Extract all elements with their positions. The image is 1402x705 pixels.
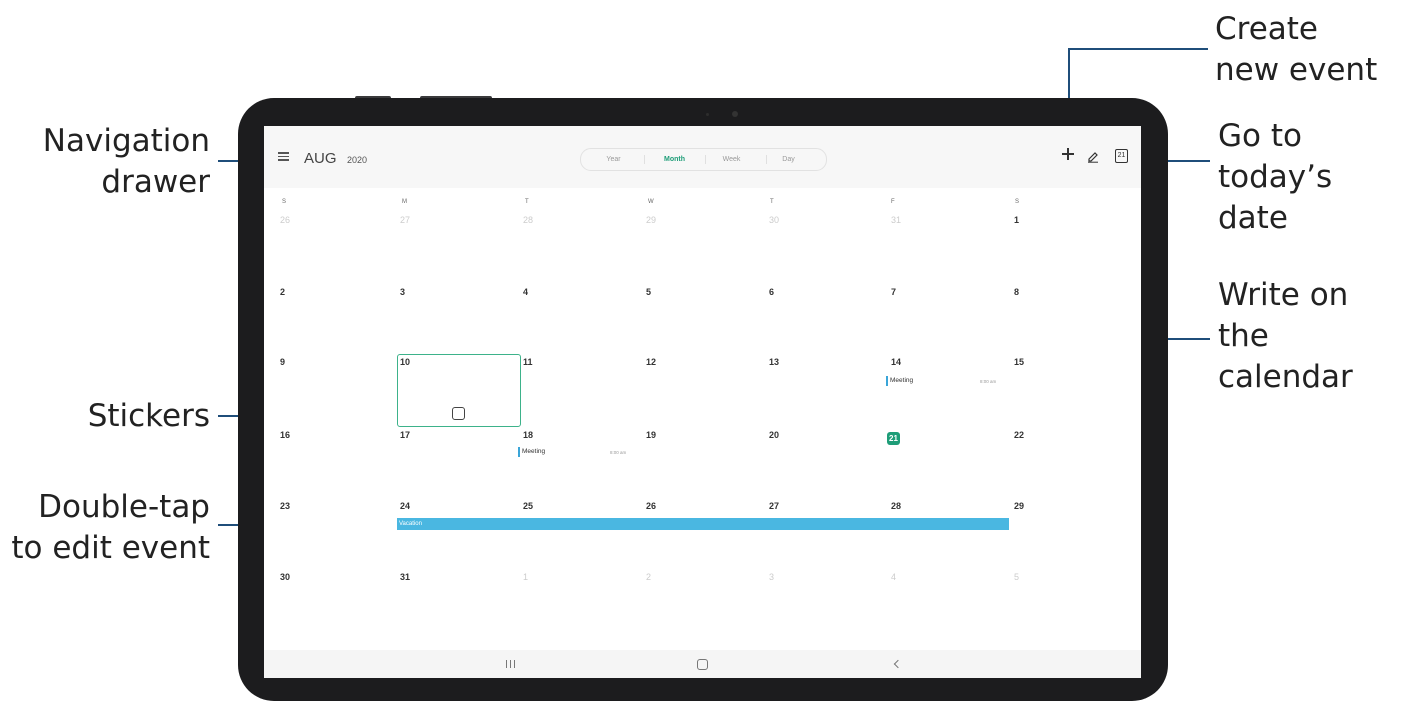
day-cell[interactable]: 27 bbox=[400, 215, 410, 225]
day-cell[interactable]: 25 bbox=[523, 501, 533, 511]
weekday-label: W bbox=[648, 199, 654, 205]
callout-text: the bbox=[1218, 318, 1269, 354]
year-title: 2020 bbox=[347, 155, 368, 165]
tab-week[interactable]: Week bbox=[704, 149, 759, 170]
day-cell[interactable]: 30 bbox=[280, 572, 290, 582]
weekday-label: S bbox=[1015, 199, 1020, 205]
system-nav-bar bbox=[264, 650, 1141, 678]
day-cell[interactable]: 4 bbox=[891, 572, 896, 582]
hamburger-menu-icon[interactable] bbox=[278, 152, 289, 161]
day-cell[interactable]: 29 bbox=[646, 215, 656, 225]
callout-text: drawer bbox=[101, 164, 210, 200]
today-calendar-icon[interactable]: 21 bbox=[1115, 149, 1128, 163]
day-cell[interactable]: 6 bbox=[769, 287, 774, 297]
callout-text: Write on bbox=[1218, 277, 1349, 313]
weekday-label: T bbox=[525, 199, 529, 205]
event-time: 8:00 am bbox=[980, 379, 997, 384]
day-cell[interactable]: 5 bbox=[646, 287, 651, 297]
day-cell[interactable]: 12 bbox=[646, 357, 656, 367]
tab-year[interactable]: Year bbox=[586, 149, 641, 170]
day-cell[interactable]: 17 bbox=[400, 430, 410, 440]
callout-text: Double-tap bbox=[38, 489, 210, 525]
day-cell[interactable]: 13 bbox=[769, 357, 779, 367]
day-cell[interactable]: 14 bbox=[891, 357, 901, 367]
day-cell[interactable]: 20 bbox=[769, 430, 779, 440]
callout-text: Go to bbox=[1218, 118, 1302, 154]
day-cell[interactable]: 29 bbox=[1014, 501, 1024, 511]
day-cell[interactable]: 3 bbox=[400, 287, 405, 297]
view-switcher: Year Month Week Day bbox=[580, 148, 827, 171]
recents-button[interactable] bbox=[505, 656, 517, 672]
callout-text: Create bbox=[1215, 11, 1319, 47]
weekday-label: M bbox=[402, 199, 407, 205]
event-time: 8:00 am bbox=[610, 450, 627, 455]
day-cell[interactable]: 31 bbox=[400, 572, 410, 582]
day-cell[interactable]: 23 bbox=[280, 501, 290, 511]
vacation-event-bar[interactable]: Vacation bbox=[397, 518, 1009, 530]
month-title: AUG bbox=[304, 150, 337, 167]
add-event-icon[interactable] bbox=[1062, 148, 1074, 160]
day-cell[interactable]: 15 bbox=[1014, 357, 1024, 367]
calendar-event[interactable]: Meeting bbox=[518, 447, 545, 457]
callout-text: date bbox=[1218, 200, 1288, 236]
day-cell[interactable]: 27 bbox=[769, 501, 779, 511]
day-cell[interactable]: 24 bbox=[400, 501, 410, 511]
back-button[interactable] bbox=[892, 656, 904, 672]
day-cell[interactable]: 30 bbox=[769, 215, 779, 225]
go-to-today-callout: Go to today’s date bbox=[1218, 116, 1398, 239]
navigation-drawer-callout: Navigation drawer bbox=[20, 121, 210, 203]
day-cell[interactable]: 8 bbox=[1014, 287, 1019, 297]
month-grid: S M T W T F S 26 27 28 29 30 31 1 2 3 4 5 6 7 8 9 10 11 1… bbox=[264, 188, 1141, 650]
day-cell[interactable]: 31 bbox=[891, 215, 901, 225]
sensor-dot bbox=[706, 113, 709, 116]
day-cell[interactable]: 28 bbox=[891, 501, 901, 511]
front-camera bbox=[732, 111, 738, 117]
callout-text: Navigation bbox=[42, 123, 210, 159]
tab-day[interactable]: Day bbox=[761, 149, 816, 170]
day-cell[interactable]: 1 bbox=[523, 572, 528, 582]
calendar-header: AUG 2020 Year Month Week Day 21 bbox=[264, 126, 1141, 188]
double-tap-callout: Double-tap to edit event bbox=[0, 487, 210, 569]
create-new-event-callout: Create new event bbox=[1215, 9, 1395, 91]
day-cell[interactable]: 2 bbox=[280, 287, 285, 297]
day-cell[interactable]: 7 bbox=[891, 287, 896, 297]
write-on-calendar-callout: Write on the calendar bbox=[1218, 275, 1398, 398]
day-cell[interactable]: 26 bbox=[280, 215, 290, 225]
day-cell[interactable]: 4 bbox=[523, 287, 528, 297]
day-cell[interactable]: 1 bbox=[1014, 215, 1019, 225]
callout-text: to edit event bbox=[11, 530, 210, 566]
day-cell[interactable]: 9 bbox=[280, 357, 285, 367]
day-cell[interactable]: 28 bbox=[523, 215, 533, 225]
day-cell[interactable]: 22 bbox=[1014, 430, 1024, 440]
create-event-line-h bbox=[1068, 48, 1208, 50]
stickers-callout: Stickers bbox=[20, 396, 210, 437]
day-cell[interactable]: 18 bbox=[523, 430, 533, 440]
callout-text: today’s bbox=[1218, 159, 1333, 195]
day-cell[interactable]: 11 bbox=[523, 357, 533, 367]
callout-text: new event bbox=[1215, 52, 1378, 88]
day-cell[interactable]: 3 bbox=[769, 572, 774, 582]
day-cell[interactable]: 19 bbox=[646, 430, 656, 440]
weekday-label: F bbox=[891, 199, 895, 205]
weekday-label: S bbox=[282, 199, 287, 205]
pen-icon[interactable] bbox=[1086, 148, 1100, 163]
sticker-icon[interactable] bbox=[452, 407, 465, 420]
calendar-screen: AUG 2020 Year Month Week Day 21 S M T W … bbox=[264, 126, 1141, 678]
day-cell[interactable]: 5 bbox=[1014, 572, 1019, 582]
calendar-event[interactable]: Meeting bbox=[886, 376, 913, 386]
day-cell[interactable]: 2 bbox=[646, 572, 651, 582]
weekday-label: T bbox=[770, 199, 774, 205]
tab-month[interactable]: Month bbox=[647, 149, 702, 170]
today-badge[interactable]: 21 bbox=[887, 432, 900, 445]
home-button[interactable] bbox=[696, 656, 708, 672]
day-cell[interactable]: 26 bbox=[646, 501, 656, 511]
callout-text: Stickers bbox=[87, 398, 210, 434]
day-cell[interactable]: 16 bbox=[280, 430, 290, 440]
callout-text: calendar bbox=[1218, 359, 1353, 395]
